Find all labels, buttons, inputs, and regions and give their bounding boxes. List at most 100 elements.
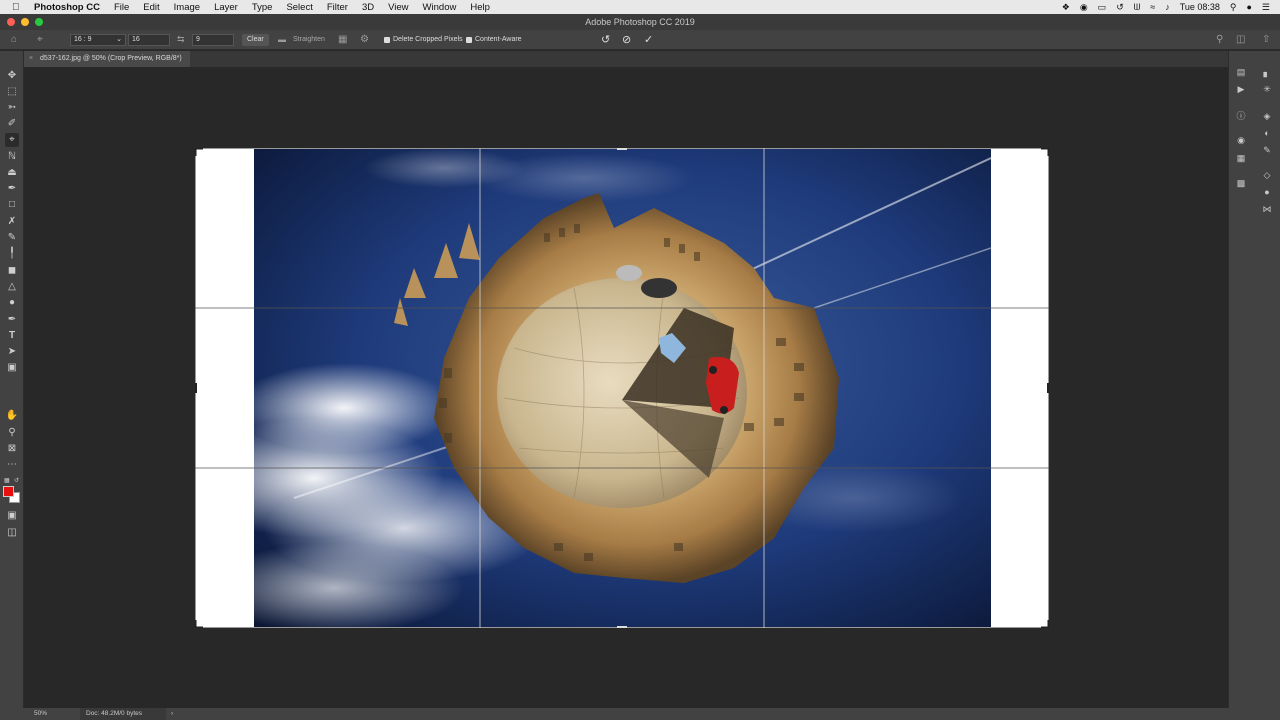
menubar-status-area: ❖ ◉ ▭ ↺ ᗯ ≈ ♪ Tue 08:38 ⚲ ● ☰ [1062, 0, 1270, 14]
horizontal-type-tool-icon[interactable]: T [5, 329, 19, 343]
zoom-tool-icon[interactable]: ⚲ [5, 426, 19, 440]
crop-tool-preset-icon[interactable]: ⌖ [37, 34, 43, 45]
status-bar: 50% Doc: 48.2M/0 bytes › [0, 708, 1280, 720]
clone-stamp-tool-icon[interactable]: □ [5, 198, 19, 212]
menu-3d[interactable]: 3D [362, 2, 374, 13]
type-tool-icon[interactable]: ✒ [5, 313, 19, 327]
straighten-icon[interactable]: ▬ [278, 35, 286, 44]
swap-colors-icon[interactable]: ↺ [14, 477, 24, 487]
notification-center-icon[interactable]: ☰ [1262, 2, 1270, 13]
menu-select[interactable]: Select [286, 2, 312, 13]
actions-panel-icon[interactable]: ▶ [1234, 82, 1248, 96]
layers-panel-icon[interactable]: ◇ [1260, 168, 1274, 182]
rectangle-tool-icon[interactable]: ▣ [5, 361, 19, 375]
brush-tool-icon[interactable]: ✒ [5, 182, 19, 196]
navigator-panel-icon[interactable]: ✳ [1260, 82, 1274, 96]
ratio-preset-select[interactable]: 16 : 9 ⌄ [70, 33, 126, 46]
clear-button[interactable]: Clear [242, 33, 269, 46]
more-tools-icon[interactable]: ⋯ [5, 458, 19, 472]
status-menu-arrow[interactable]: › [171, 708, 173, 720]
spot-healing-tool-icon[interactable]: ⏏ [5, 166, 19, 180]
window-title: Adobe Photoshop CC 2019 [585, 17, 695, 27]
cancel-icon[interactable]: ⊘ [622, 33, 631, 46]
channels-panel-icon[interactable]: ● [1260, 185, 1274, 199]
quick-mask-icon[interactable]: ▣ [5, 509, 19, 523]
volume-icon[interactable]: ♪ [1165, 2, 1170, 12]
lasso-tool-icon[interactable]: ➳ [5, 101, 19, 115]
wifi-icon[interactable]: ≈ [1150, 2, 1155, 12]
creative-cloud-icon[interactable]: ◉ [1080, 2, 1088, 13]
zoom-window-button[interactable] [35, 18, 43, 26]
overlay-grid-icon[interactable]: ▦ [338, 34, 347, 45]
libraries-panel-icon[interactable]: ◈ [1260, 109, 1274, 123]
paths-list-panel-icon[interactable]: ⋈ [1260, 202, 1274, 216]
apple-icon[interactable]:  [12, 2, 26, 13]
properties-panel-icon[interactable]: ▩ [1234, 176, 1248, 190]
history-panel-icon[interactable]: ▤ [1234, 65, 1248, 79]
bluetooth-icon[interactable]: ᗯ [1134, 2, 1141, 13]
histogram-panel-icon[interactable]: ▖ [1260, 65, 1274, 79]
document-info[interactable]: Doc: 48.2M/0 bytes [80, 708, 166, 720]
minimize-window-button[interactable] [21, 18, 29, 26]
menu-view[interactable]: View [388, 2, 408, 13]
delete-cropped-checkbox[interactable]: Delete Cropped Pixels [384, 36, 463, 43]
search-icon[interactable]: ⚲ [1216, 34, 1223, 45]
menu-help[interactable]: Help [470, 2, 490, 13]
commit-checkmark-icon[interactable]: ✓ [644, 33, 653, 46]
close-tab-icon[interactable]: × [29, 51, 33, 67]
share-icon[interactable]: ⇧ [1262, 34, 1270, 45]
menu-type[interactable]: Type [252, 2, 273, 13]
chevron-down-icon: ⌄ [116, 35, 122, 43]
crop-preview-document[interactable] [195, 148, 1049, 628]
dropbox-icon[interactable]: ❖ [1062, 2, 1070, 13]
crop-height-value: 9 [196, 35, 200, 43]
adjustments-panel-icon[interactable]: ◐ [1260, 126, 1274, 140]
dodge-tool-icon[interactable]: △ [5, 280, 19, 294]
marquee-tool-icon[interactable]: ⬚ [5, 85, 19, 99]
clock[interactable]: Tue 08:38 [1180, 2, 1220, 12]
menu-layer[interactable]: Layer [214, 2, 238, 13]
pen-tool-icon[interactable]: ● [5, 296, 19, 310]
app-menu[interactable]: Photoshop CC [34, 2, 100, 13]
crop-width-input[interactable]: 16 [128, 33, 170, 46]
hand-tool-icon[interactable]: ✋ [5, 409, 19, 423]
time-machine-icon[interactable]: ↺ [1116, 2, 1124, 13]
spotlight-icon[interactable]: ⚲ [1230, 2, 1237, 13]
document-tab[interactable]: × d537-162.jpg @ 50% (Crop Preview, RGB/… [24, 51, 190, 67]
info-panel-icon[interactable]: ⓘ [1234, 109, 1248, 123]
move-tool-icon[interactable]: ✥ [5, 69, 19, 83]
3d-panel-icon[interactable]: ◉ [1234, 133, 1248, 147]
menu-edit[interactable]: Edit [143, 2, 159, 13]
gear-icon[interactable]: ⚙ [360, 34, 369, 45]
menu-filter[interactable]: Filter [327, 2, 348, 13]
foreground-color-swatch[interactable] [3, 486, 14, 497]
paths-panel-icon[interactable]: ✎ [1260, 143, 1274, 157]
workspace-icon[interactable]: ◫ [1236, 34, 1245, 45]
menu-file[interactable]: File [114, 2, 129, 13]
gradient-tool-icon[interactable]: ╿ [5, 247, 19, 261]
crop-tool-icon[interactable]: ⌖ [5, 133, 19, 147]
menu-window[interactable]: Window [423, 2, 457, 13]
eyedropper-tool-icon[interactable]: ℕ [5, 150, 19, 164]
straighten-label[interactable]: Straighten [293, 36, 325, 43]
screen-mode-icon[interactable]: ◫ [5, 526, 19, 540]
swap-icon[interactable]: ⇆ [177, 34, 185, 45]
crop-height-input[interactable]: 9 [192, 33, 234, 46]
menu-image[interactable]: Image [174, 2, 200, 13]
quick-select-tool-icon[interactable]: ✐ [5, 117, 19, 131]
blur-tool-icon[interactable]: ◼ [5, 264, 19, 278]
document-tab-bar: × d537-162.jpg @ 50% (Crop Preview, RGB/… [24, 51, 1228, 67]
close-window-button[interactable] [7, 18, 15, 26]
frame-tool-icon[interactable]: ⊠ [5, 442, 19, 456]
siri-icon[interactable]: ● [1246, 2, 1251, 12]
reset-icon[interactable]: ↺ [601, 33, 610, 46]
airplay-icon[interactable]: ▭ [1098, 2, 1107, 13]
window-controls [7, 18, 43, 26]
eraser-tool-icon[interactable]: ✎ [5, 231, 19, 245]
path-select-tool-icon[interactable]: ➤ [5, 345, 19, 359]
home-icon[interactable]: ⌂ [11, 34, 17, 45]
history-brush-tool-icon[interactable]: ✗ [5, 215, 19, 229]
content-aware-checkbox[interactable]: Content-Aware [466, 36, 522, 43]
zoom-level[interactable]: 50% [34, 708, 47, 720]
grid-panel-icon[interactable]: ▦ [1234, 151, 1248, 165]
